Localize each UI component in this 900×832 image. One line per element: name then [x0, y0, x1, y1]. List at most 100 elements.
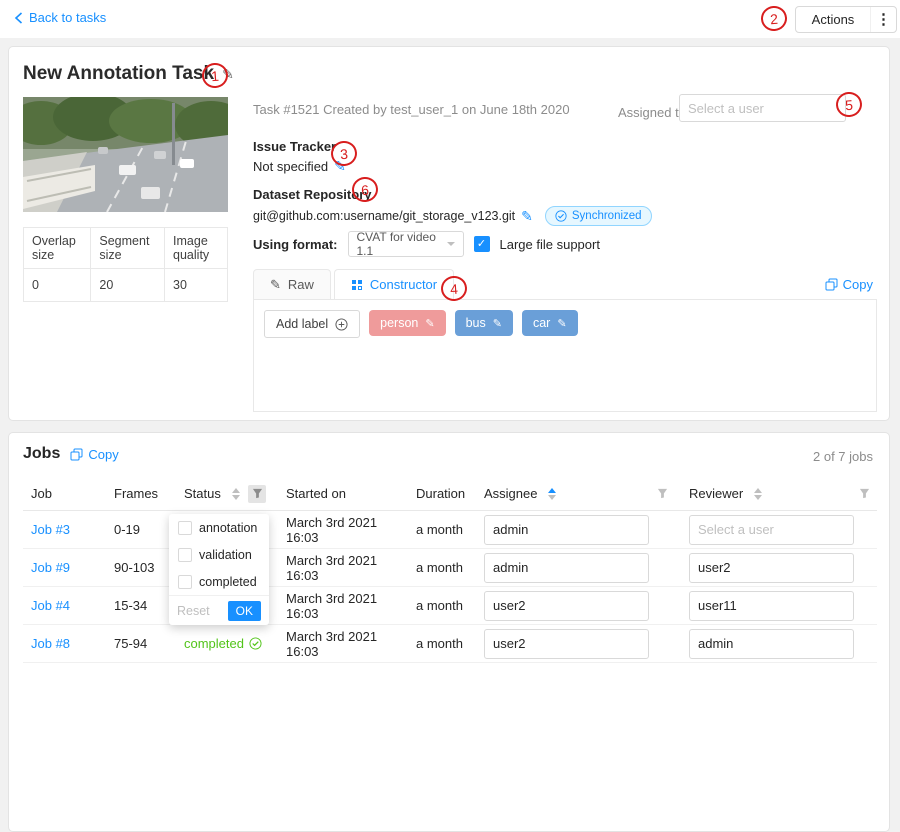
- filter-reset-button[interactable]: Reset: [177, 604, 210, 618]
- job-link[interactable]: Job #9: [31, 560, 70, 575]
- job-duration: a month: [408, 636, 476, 651]
- reviewer-sort-icon[interactable]: [754, 488, 762, 500]
- job-row: Job #3 0-19 March 3rd 2021 16:03 a month: [23, 511, 877, 549]
- filter-option-annotation[interactable]: annotation: [169, 514, 269, 541]
- tab-raw[interactable]: ✎ Raw: [253, 269, 331, 300]
- label-editor-tabs: ✎ Raw Constructor: [253, 269, 454, 300]
- column-assignee: Assignee: [476, 485, 673, 503]
- column-job: Job: [23, 486, 106, 501]
- label-chip-car-name: car: [533, 316, 550, 330]
- sync-status-badge: Synchronized: [545, 206, 652, 226]
- job-assignee-input[interactable]: [484, 591, 649, 621]
- job-status: completed: [184, 636, 244, 651]
- column-status-label: Status: [184, 486, 221, 501]
- large-file-support-checkbox[interactable]: ✓: [474, 236, 490, 252]
- job-frames: 90-103: [106, 560, 176, 575]
- checkbox-unchecked[interactable]: [178, 548, 192, 562]
- status-sort-icon[interactable]: [232, 488, 240, 500]
- job-reviewer-input[interactable]: [689, 629, 854, 659]
- filter-ok-button[interactable]: OK: [228, 601, 261, 621]
- more-options-icon[interactable]: ⋮: [870, 7, 896, 32]
- jobs-table-header: Job Frames Status Started on Duration As…: [23, 477, 877, 511]
- actions-button[interactable]: Actions ⋮: [795, 6, 897, 33]
- plus-circle-icon: [335, 318, 348, 331]
- sync-check-icon: [555, 210, 567, 222]
- issue-tracker-value: Not specified: [253, 159, 328, 174]
- copy-labels-label: Copy: [843, 277, 873, 292]
- task-title: New Annotation Task: [23, 63, 214, 85]
- copy-jobs-link[interactable]: Copy: [70, 447, 118, 462]
- edit-repository-icon[interactable]: ✎: [521, 208, 533, 225]
- jobs-count: 2 of 7 jobs: [813, 449, 873, 464]
- completed-check-icon: [249, 637, 262, 650]
- reviewer-filter-icon[interactable]: [855, 485, 873, 503]
- filter-option-annotation-label: annotation: [199, 521, 257, 535]
- actions-button-label: Actions: [796, 12, 870, 27]
- job-link[interactable]: Job #8: [31, 636, 70, 651]
- jobs-card: Jobs Copy 2 of 7 jobs Job Frames Status …: [8, 432, 890, 832]
- add-label-label: Add label: [276, 317, 328, 331]
- job-assignee-input[interactable]: [484, 515, 649, 545]
- param-value-segment: 20: [91, 269, 165, 302]
- job-row: Job #9 90-103 March 3rd 2021 16:03 a mon…: [23, 549, 877, 587]
- label-chip-person[interactable]: person ✎: [369, 310, 445, 336]
- add-label-button[interactable]: Add label: [264, 310, 360, 338]
- jobs-title: Jobs: [23, 445, 60, 463]
- filter-option-completed[interactable]: completed: [169, 568, 269, 595]
- status-filter-dropdown: annotation validation completed Reset OK: [169, 514, 269, 625]
- job-started-on: March 3rd 2021 16:03: [278, 629, 408, 659]
- chevron-left-icon: [14, 12, 23, 24]
- task-details-card: New Annotation Task ✎ Overla: [8, 46, 890, 421]
- label-chip-car[interactable]: car ✎: [522, 310, 578, 336]
- job-frames: 0-19: [106, 522, 176, 537]
- job-reviewer-input[interactable]: [689, 515, 854, 545]
- copy-icon: [70, 448, 83, 461]
- column-assignee-label: Assignee: [484, 486, 537, 501]
- format-row: Using format: CVAT for video 1.1 ✓ Large…: [253, 231, 600, 257]
- task-meta-text: Task #1521 Created by test_user_1 on Jun…: [253, 102, 570, 117]
- task-assignee-select[interactable]: [679, 94, 846, 122]
- job-assignee-input[interactable]: [484, 629, 649, 659]
- filter-option-validation[interactable]: validation: [169, 541, 269, 568]
- column-status: Status: [176, 485, 278, 503]
- filter-option-completed-label: completed: [199, 575, 257, 589]
- job-reviewer-input[interactable]: [689, 553, 854, 583]
- job-frames: 75-94: [106, 636, 176, 651]
- assignee-filter-icon[interactable]: [653, 485, 671, 503]
- param-value-overlap: 0: [24, 269, 91, 302]
- job-duration: a month: [408, 522, 476, 537]
- edit-label-icon[interactable]: ✎: [493, 317, 502, 330]
- jobs-table: Job Frames Status Started on Duration As…: [23, 477, 877, 663]
- checkbox-unchecked[interactable]: [178, 575, 192, 589]
- task-params-table: Overlap size Segment size Image quality …: [23, 227, 228, 302]
- status-filter-icon[interactable]: [248, 485, 266, 503]
- job-assignee-input[interactable]: [484, 553, 649, 583]
- column-started-on: Started on: [278, 486, 408, 501]
- copy-jobs-label: Copy: [88, 447, 118, 462]
- copy-labels-link[interactable]: Copy: [825, 277, 873, 292]
- job-started-on: March 3rd 2021 16:03: [278, 553, 408, 583]
- tab-constructor-label: Constructor: [370, 277, 437, 292]
- job-row: Job #4 15-34 March 3rd 2021 16:03 a mont…: [23, 587, 877, 625]
- task-preview-image: [23, 97, 228, 212]
- back-to-tasks-link[interactable]: Back to tasks: [14, 10, 106, 25]
- job-link[interactable]: Job #3: [31, 522, 70, 537]
- edit-label-icon[interactable]: ✎: [425, 317, 434, 330]
- assigned-to-label: Assigned to: [618, 105, 686, 120]
- edit-label-icon[interactable]: ✎: [557, 317, 566, 330]
- label-chip-bus[interactable]: bus ✎: [455, 310, 513, 336]
- param-value-quality: 30: [165, 269, 228, 302]
- filter-dropdown-footer: Reset OK: [169, 595, 269, 625]
- dataset-repository-label: Dataset Repository: [253, 187, 652, 202]
- job-duration: a month: [408, 598, 476, 613]
- dataset-repository-url[interactable]: git@github.com:username/git_storage_v123…: [253, 209, 515, 223]
- param-header-segment: Segment size: [91, 228, 165, 269]
- job-reviewer-input[interactable]: [689, 591, 854, 621]
- label-chip-bus-name: bus: [466, 316, 486, 330]
- format-select[interactable]: CVAT for video 1.1: [348, 231, 464, 257]
- checkbox-unchecked[interactable]: [178, 521, 192, 535]
- tab-constructor[interactable]: Constructor: [334, 269, 454, 300]
- job-link[interactable]: Job #4: [31, 598, 70, 613]
- job-duration: a month: [408, 560, 476, 575]
- assignee-sort-icon[interactable]: [548, 488, 556, 500]
